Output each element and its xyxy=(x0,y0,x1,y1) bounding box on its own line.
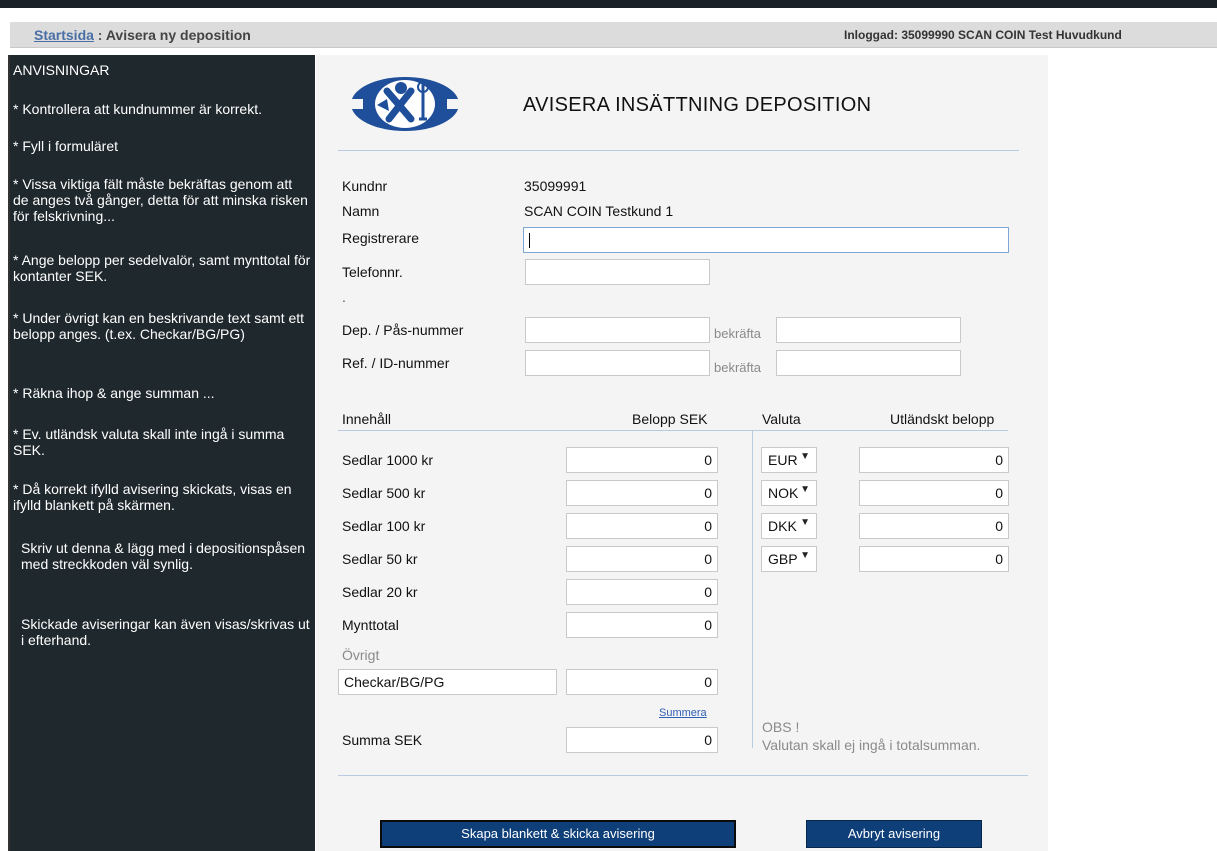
currency-value: EUR xyxy=(768,452,798,468)
currency-select[interactable]: EUR ▼ xyxy=(761,447,817,473)
breadcrumb-separator: : xyxy=(93,27,106,43)
registrerare-input[interactable] xyxy=(523,227,1009,253)
instruction-item: * Ange belopp per sedelvalör, samt myntt… xyxy=(13,252,311,284)
row-label: Sedlar 100 kr xyxy=(342,518,426,534)
currency-value: DKK xyxy=(768,518,797,534)
chevron-down-icon: ▼ xyxy=(800,451,810,462)
instruction-item: Skriv ut denna & lägg med i depositionsp… xyxy=(21,540,306,572)
sidebar-title: ANVISNINGAR xyxy=(13,62,110,78)
header-utlandskt-belopp: Utländskt belopp xyxy=(890,411,995,427)
instruction-item: * Kontrollera att kundnummer är korrekt. xyxy=(13,101,262,117)
kundnr-value: 35099991 xyxy=(524,178,587,194)
row-label: Sedlar 50 kr xyxy=(342,551,418,567)
mynttotal-input[interactable]: 0 xyxy=(566,612,718,638)
ovrigt-label: Övrigt xyxy=(342,647,380,663)
dep-number-input[interactable] xyxy=(525,317,710,343)
telefon-label: Telefonnr. xyxy=(342,264,403,280)
row-label: Sedlar 20 kr xyxy=(342,584,418,600)
sek-amount-input[interactable]: 0 xyxy=(566,480,718,506)
summa-sek-label: Summa SEK xyxy=(342,732,423,748)
instruction-item: * Fyll i formuläret xyxy=(13,138,119,154)
header-bar: Startsida : Avisera ny deposition Inlogg… xyxy=(10,22,1217,48)
home-link[interactable]: Startsida xyxy=(34,27,94,43)
sek-amount-input[interactable]: 0 xyxy=(566,447,718,473)
chevron-down-icon: ▼ xyxy=(800,484,810,495)
registrerare-label: Registrerare xyxy=(342,230,420,246)
sek-amount-input[interactable]: 0 xyxy=(566,513,718,539)
foreign-amount-input[interactable]: 0 xyxy=(859,480,1009,506)
obs-text: Valutan skall ej ingå i totalsumman. xyxy=(762,737,981,753)
breadcrumb: Startsida : Avisera ny deposition xyxy=(34,27,251,43)
ref-number-input[interactable] xyxy=(525,350,710,376)
logged-in-user: Inloggad: 35099990 SCAN COIN Test Huvudk… xyxy=(844,28,1122,42)
header-innehall: Innehåll xyxy=(342,411,392,427)
currency-select[interactable]: GBP ▼ xyxy=(761,546,817,572)
ovrigt-amount-input[interactable]: 0 xyxy=(566,669,718,695)
deposit-form: AVISERA INSÄTTNING DEPOSITION Kundnr 350… xyxy=(316,55,1048,851)
row-label: Sedlar 1000 kr xyxy=(342,452,434,468)
chevron-down-icon: ▼ xyxy=(800,550,810,561)
row-label: Sedlar 500 kr xyxy=(342,485,426,501)
table-header-divider xyxy=(338,430,1008,431)
currency-value: GBP xyxy=(768,551,798,567)
instruction-item: Skickade aviseringar kan även visas/skri… xyxy=(21,616,310,648)
foreign-amount-input[interactable]: 0 xyxy=(859,447,1009,473)
obs-title: OBS ! xyxy=(762,719,800,735)
currency-select[interactable]: NOK ▼ xyxy=(761,480,817,506)
sek-amount-input[interactable]: 0 xyxy=(566,546,718,572)
row-label: Mynttotal xyxy=(342,617,399,633)
column-divider xyxy=(752,430,753,748)
bottom-divider xyxy=(338,775,1028,776)
dep-confirm-input[interactable] xyxy=(776,317,961,343)
top-strip xyxy=(0,0,1217,8)
kundnr-label: Kundnr xyxy=(342,178,388,194)
foreign-amount-input[interactable]: 0 xyxy=(859,513,1009,539)
title-divider xyxy=(338,150,1019,151)
text-caret xyxy=(529,233,530,248)
sek-amount-input[interactable]: 0 xyxy=(566,579,718,605)
telefon-input[interactable] xyxy=(525,259,710,285)
instruction-item: * Vissa viktiga fält måste bekräftas gen… xyxy=(13,176,308,224)
ovrigt-text-input[interactable]: Checkar/BG/PG xyxy=(338,669,557,695)
ref-label: Ref. / ID-nummer xyxy=(342,355,450,371)
header-belopp-sek: Belopp SEK xyxy=(632,411,708,427)
foreign-amount-input[interactable]: 0 xyxy=(859,546,1009,572)
summa-sek-input[interactable]: 0 xyxy=(566,727,718,753)
currency-value: NOK xyxy=(768,485,799,501)
currency-select[interactable]: DKK ▼ xyxy=(761,513,817,539)
namn-label: Namn xyxy=(342,203,380,219)
ref-confirm-label: bekräfta xyxy=(714,360,761,375)
ref-confirm-input[interactable] xyxy=(776,350,961,376)
chevron-down-icon: ▼ xyxy=(800,517,810,528)
dep-label: Dep. / Pås-nummer xyxy=(342,322,464,338)
instruction-item: * Under övrigt kan en beskrivande text s… xyxy=(13,310,305,342)
page-title: Avisera ny deposition xyxy=(105,27,251,43)
namn-value: SCAN COIN Testkund 1 xyxy=(524,203,674,219)
bank-logo xyxy=(349,77,461,131)
summera-link[interactable]: Summera xyxy=(659,707,707,719)
instructions-sidebar: ANVISNINGAR * Kontrollera att kundnummer… xyxy=(10,55,315,851)
cancel-button[interactable]: Avbryt avisering xyxy=(806,820,982,848)
dep-confirm-label: bekräfta xyxy=(714,326,761,341)
instruction-item: * Då korrekt ifylld avisering skickats, … xyxy=(13,481,292,513)
separator-dot: . xyxy=(342,289,346,305)
header-valuta: Valuta xyxy=(762,411,801,427)
instruction-item: * Ev. utländsk valuta skall inte ingå i … xyxy=(13,426,285,458)
form-title: AVISERA INSÄTTNING DEPOSITION xyxy=(523,94,872,116)
submit-button[interactable]: Skapa blankett & skicka avisering xyxy=(380,820,736,848)
instruction-item: * Räkna ihop & ange summan ... xyxy=(13,385,215,401)
